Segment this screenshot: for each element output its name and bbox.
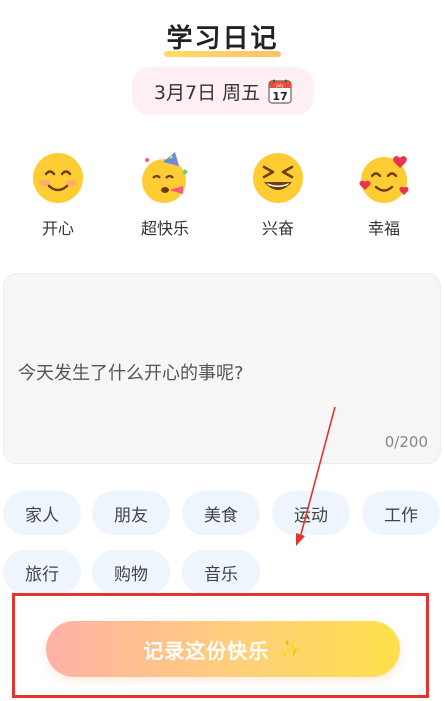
mood-option-excited[interactable]: 兴奋 (233, 150, 323, 239)
tag-sports[interactable]: 运动 (272, 491, 350, 535)
diary-entry-textarea[interactable]: 今天发生了什么开心的事呢? 0/200 (3, 273, 441, 464)
calendar-month: July (276, 83, 285, 88)
mood-selector: 开心 超快乐 兴奋 幸福 (0, 150, 445, 240)
party-face-icon (142, 152, 188, 203)
smiling-face-icon (33, 153, 83, 203)
tag-music[interactable]: 音乐 (182, 550, 260, 594)
page-header: 学习日记 (0, 18, 445, 57)
tag-friends[interactable]: 朋友 (92, 491, 170, 535)
calendar-day: 17 (272, 90, 287, 103)
sparkle-icon: ✨ (279, 638, 303, 660)
tag-family[interactable]: 家人 (3, 491, 81, 535)
mood-label: 开心 (41, 219, 74, 238)
mood-option-happy[interactable]: 开心 (13, 150, 103, 239)
tag-work[interactable]: 工作 (362, 491, 440, 535)
grinning-squint-face-icon (253, 153, 303, 203)
date-selector[interactable]: 3月7日 周五 July 17 (132, 67, 314, 115)
page-title: 学习日记 (162, 18, 282, 57)
mood-label: 幸福 (367, 219, 400, 238)
calendar-icon: July 17 (268, 79, 292, 104)
date-text: 3月7日 周五 (153, 81, 261, 104)
character-counter: 0/200 (384, 433, 428, 451)
mood-option-blissful[interactable]: 幸福 (339, 150, 429, 239)
mood-label: 兴奋 (261, 219, 294, 238)
face-with-hearts-icon (359, 156, 409, 203)
page-title-text: 学习日记 (166, 24, 279, 54)
mood-label: 超快乐 (140, 219, 189, 238)
submit-label: 记录这份快乐 (143, 638, 270, 663)
mood-option-super-happy[interactable]: 超快乐 (120, 150, 210, 239)
entry-placeholder: 今天发生了什么开心的事呢? (18, 363, 244, 384)
tag-travel[interactable]: 旅行 (3, 550, 81, 594)
submit-button[interactable]: 记录这份快乐 ✨ (46, 621, 400, 677)
tag-food[interactable]: 美食 (182, 491, 260, 535)
tag-shopping[interactable]: 购物 (92, 550, 170, 594)
